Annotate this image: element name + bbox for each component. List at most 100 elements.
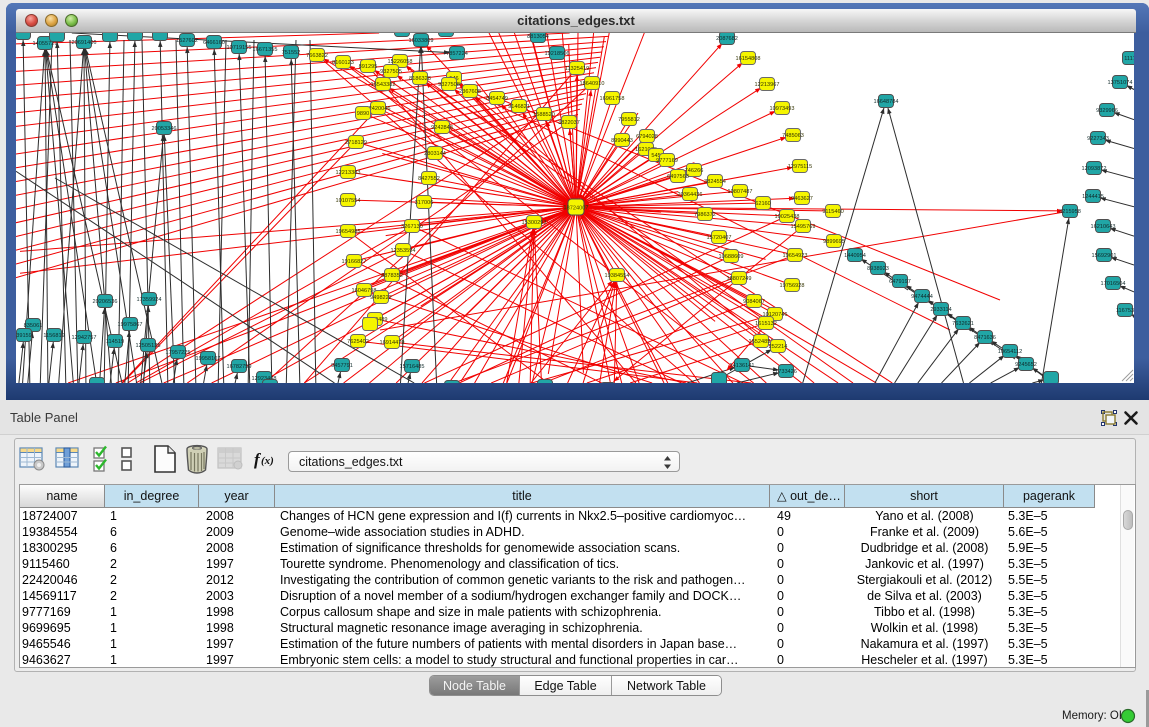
svg-text:10654112: 10654112 [998,349,1022,355]
svg-text:8427552: 8427552 [418,176,440,182]
svg-text:9227343: 9227343 [1087,136,1109,142]
svg-text:(x): (x) [261,455,274,467]
svg-text:10807487: 10807487 [728,189,753,195]
svg-text:9899695: 9899695 [823,239,845,245]
svg-text:16961758: 16961758 [600,96,625,102]
svg-text:7857224: 7857224 [446,51,468,57]
svg-text:15720407: 15720407 [707,235,732,241]
svg-text:8454749: 8454749 [486,96,508,102]
svg-text:18640910: 18640910 [580,81,605,87]
svg-text:2933114: 2933114 [930,307,951,313]
svg-text:8938923: 8938923 [867,266,889,272]
svg-text:10719155: 10719155 [227,45,252,51]
svg-text:17359924: 17359924 [137,297,162,303]
svg-text:9463627: 9463627 [791,196,813,202]
svg-text:6497568: 6497568 [667,174,689,180]
svg-text:16648784: 16648784 [874,99,899,105]
svg-text:20053346: 20053346 [152,126,177,132]
svg-text:39159: 39159 [16,333,32,339]
svg-text:16033809: 16033809 [409,38,434,44]
svg-text:18724007: 18724007 [564,206,589,212]
svg-text:9327505: 9327505 [380,69,402,75]
svg-text:1588520: 1588520 [533,112,555,118]
svg-text:1156819: 1156819 [43,333,64,339]
svg-text:16782759: 16782759 [227,364,252,370]
svg-text:9890: 9890 [357,111,369,117]
svg-text:15300293: 15300293 [522,220,547,226]
svg-text:7986372: 7986372 [694,212,716,218]
svg-text:6794028: 6794028 [636,134,658,140]
svg-text:6466160: 6466160 [203,40,225,46]
svg-text:15495769: 15495769 [791,224,816,230]
svg-text:12505135: 12505135 [136,343,161,349]
svg-text:3824554: 3824554 [704,179,726,185]
svg-text:12213383: 12213383 [336,170,361,176]
svg-text:751552: 751552 [282,50,301,56]
svg-text:116753: 116753 [1116,308,1134,314]
svg-text:317006: 317006 [415,200,434,206]
svg-text:15716485: 15716485 [400,364,425,370]
svg-text:2087682: 2087682 [716,36,738,42]
svg-text:12942757: 12942757 [72,335,97,341]
svg-text:14136141: 14136141 [730,363,755,369]
svg-text:62160: 62160 [755,201,771,207]
svg-text:12353594: 12353594 [391,248,416,254]
svg-text:9457791: 9457791 [331,363,353,369]
svg-text:1117: 1117 [1124,56,1134,62]
svg-text:8160123: 8160123 [332,60,354,66]
svg-text:9474444: 9474444 [911,294,933,300]
svg-text:252214: 252214 [769,344,788,350]
svg-text:9327508: 9327508 [438,82,460,88]
svg-text:16914479: 16914479 [380,340,405,346]
svg-text:114519: 114519 [106,339,124,345]
svg-text:10107554: 10107554 [336,198,361,204]
svg-text:2367608: 2367608 [459,89,481,95]
svg-text:20206536: 20206536 [93,299,118,305]
svg-text:8813054: 8813054 [527,34,549,40]
svg-text:10973493: 10973493 [770,106,795,112]
svg-text:12213967: 12213967 [755,82,780,88]
svg-text:7955812: 7955812 [618,117,640,123]
svg-text:7625402: 7625402 [347,339,369,345]
svg-text:19218506: 19218506 [545,51,570,57]
svg-text:13751074: 13751074 [1108,80,1133,86]
svg-text:8878352: 8878352 [381,273,403,279]
svg-text:20691406: 20691406 [72,40,97,46]
svg-text:19384554: 19384554 [605,273,630,279]
svg-text:3822037: 3822037 [558,120,580,126]
svg-text:16046798: 16046798 [352,288,377,294]
svg-text:8990443: 8990443 [611,138,633,144]
svg-text:9115460: 9115460 [822,209,843,215]
svg-text:10025438: 10025438 [775,214,800,220]
svg-text:1244415: 1244415 [1082,194,1104,200]
svg-text:891295: 891295 [359,64,378,70]
svg-text:20364436: 20364436 [678,192,703,198]
svg-text:7485063: 7485063 [782,133,804,139]
svg-text:19654985: 19654985 [336,229,361,235]
svg-text:19975867: 19975867 [118,322,143,328]
svg-text:3267130: 3267130 [401,224,423,230]
svg-text:9146821: 9146821 [508,104,530,110]
svg-text:16543382: 16543382 [371,82,396,88]
svg-text:835061: 835061 [24,323,43,329]
svg-text:3215958: 3215958 [1059,209,1081,215]
svg-text:9245652: 9245652 [1015,362,1037,368]
svg-text:9084067: 9084067 [743,299,765,305]
svg-text:19166827: 19166827 [342,259,367,265]
svg-text:15692901: 15692901 [1092,253,1117,259]
svg-text:15226058: 15226058 [388,59,413,65]
svg-text:12093872: 12093872 [1082,166,1107,172]
svg-text:2803144: 2803144 [424,151,446,157]
svg-text:12975115: 12975115 [788,164,812,170]
svg-text:19958107: 19958107 [196,356,221,362]
svg-text:8186328: 8186328 [409,76,431,82]
svg-text:17016504: 17016504 [1101,281,1126,287]
svg-text:7663822: 7663822 [306,53,328,59]
svg-text:16671355: 16671355 [253,47,278,53]
svg-text:17957225: 17957225 [166,350,191,356]
svg-text:19654923: 19654923 [783,253,808,259]
svg-text:9242848: 9242848 [431,125,453,131]
svg-text:16154808: 16154808 [736,56,761,62]
svg-text:7632621: 7632621 [952,321,974,327]
svg-text:6479197: 6479197 [889,279,911,285]
